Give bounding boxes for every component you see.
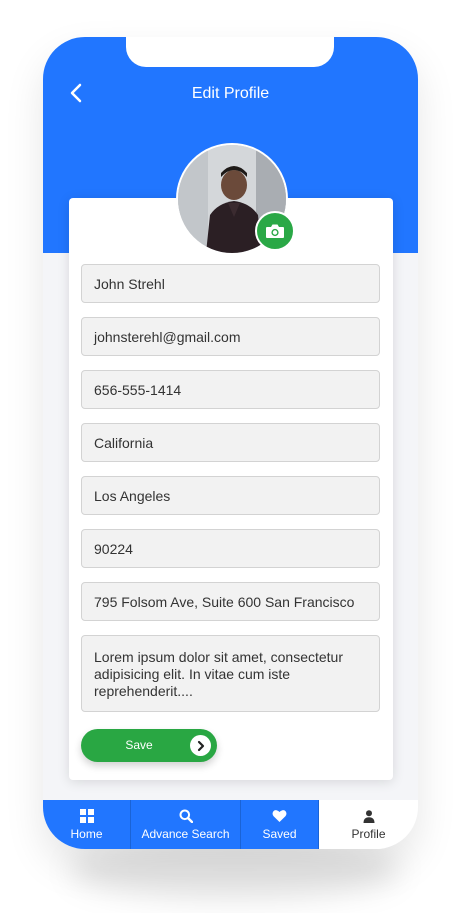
home-grid-icon [79, 808, 94, 824]
nav-label-profile: Profile [351, 827, 386, 841]
search-icon [179, 808, 193, 824]
phone-frame: Edit Profile John Strehl johnsterehl@gma… [43, 37, 418, 849]
nav-item-profile[interactable]: Profile [319, 800, 418, 849]
email-field[interactable]: johnsterehl@gmail.com [81, 317, 380, 356]
save-button-label: Save [125, 738, 153, 752]
change-photo-button[interactable] [255, 211, 295, 251]
bottom-nav: Home Advance Search Saved Profile [43, 800, 418, 849]
arrow-right-icon [190, 735, 211, 756]
nav-label-saved: Saved [262, 827, 297, 841]
nav-label-advance-search: Advance Search [141, 827, 230, 841]
user-icon [363, 808, 375, 824]
phone-notch [126, 37, 334, 67]
name-field[interactable]: John Strehl [81, 264, 380, 303]
page-title: Edit Profile [191, 85, 270, 102]
state-field[interactable]: California [81, 423, 380, 462]
phone-field[interactable]: 656-555-1414 [81, 370, 380, 409]
city-field[interactable]: Los Angeles [81, 476, 380, 515]
nav-label-home: Home [70, 827, 103, 841]
nav-item-advance-search[interactable]: Advance Search [131, 800, 241, 849]
nav-item-home[interactable]: Home [43, 800, 131, 849]
heart-icon [272, 808, 287, 824]
save-button[interactable]: Save [81, 729, 217, 762]
camera-icon [266, 224, 284, 238]
nav-item-saved[interactable]: Saved [241, 800, 319, 849]
bio-textarea[interactable]: Lorem ipsum dolor sit amet, consectetur … [81, 635, 380, 712]
address-field[interactable]: 795 Folsom Ave, Suite 600 San Francisco [81, 582, 380, 621]
zip-field[interactable]: 90224 [81, 529, 380, 568]
phone-shadow [70, 840, 400, 900]
